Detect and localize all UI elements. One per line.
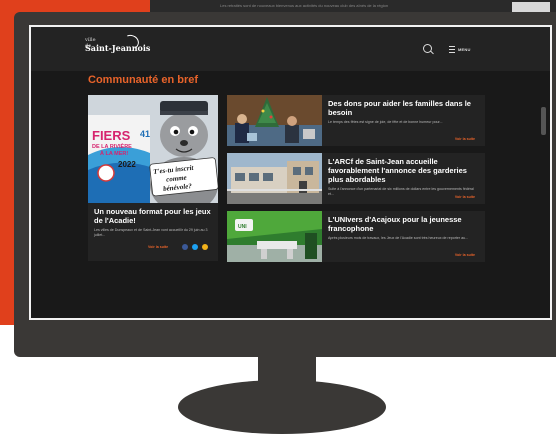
article-2-read-more-link[interactable]: Voir la suite [455, 195, 475, 199]
svg-text:UNI: UNI [238, 224, 247, 230]
donation-photo [227, 95, 322, 146]
featured-article-image[interactable]: FIERS DE LA RIVIÈRE À LA MER! 2022 41 T'… [88, 95, 218, 203]
poster-year: 2022 [118, 160, 136, 169]
article-3-description: Après plusieurs mois de travaux, les Jeu… [328, 236, 469, 240]
building-photo [227, 153, 322, 204]
univers-photo: UNI [227, 211, 322, 262]
email-icon[interactable] [202, 244, 208, 250]
menu-button[interactable]: MENU [449, 44, 471, 54]
featured-article-description: Les villes de Dunspeaux et de Saint-Jean… [94, 228, 208, 237]
search-icon[interactable] [423, 44, 432, 53]
featured-article-card[interactable]: FIERS DE LA RIVIÈRE À LA MER! 2022 41 T'… [88, 95, 218, 261]
article-card-1[interactable]: Des dons pour aider les familles dans le… [227, 95, 485, 146]
menu-label: MENU [458, 46, 471, 52]
article-3-title[interactable]: L'UNIvers d'Acajoux pour la jeunesse fra… [328, 215, 478, 233]
article-1-description: Le temps des fêtes est signe de joie, de… [328, 120, 443, 124]
featured-poster-illustration: FIERS DE LA RIVIÈRE À LA MER! 2022 41 T'… [88, 95, 218, 203]
hamburger-icon [449, 45, 455, 53]
section-title: Communauté en bref [88, 74, 199, 86]
monitor-screen: ville de Saint-Jeannois MENU Communauté … [29, 25, 552, 320]
article-2-title[interactable]: L'ARCf de Saint-Jean accueille favorable… [328, 157, 478, 184]
article-1-read-more-link[interactable]: Voir la suite [455, 137, 475, 141]
scrollbar-thumb[interactable] [541, 107, 546, 135]
article-3-image[interactable]: UNI [227, 211, 322, 262]
site-header: ville de Saint-Jeannois MENU [31, 27, 550, 71]
poster-line2: DE LA RIVIÈRE [92, 142, 132, 150]
featured-article-title[interactable]: Un nouveau format pour les jeux de l'Aca… [94, 207, 216, 225]
monitor-base [178, 380, 386, 434]
featured-read-more-link[interactable]: Voir la suite [148, 245, 168, 249]
article-1-title[interactable]: Des dons pour aider les familles dans le… [328, 99, 478, 117]
logo-name: Saint-Jeannois [85, 43, 151, 53]
article-card-2[interactable]: L'ARCf de Saint-Jean accueille favorable… [227, 153, 485, 204]
article-2-image[interactable] [227, 153, 322, 204]
twitter-icon[interactable] [192, 244, 198, 250]
poster-number: 41 [140, 129, 150, 139]
facebook-icon[interactable] [182, 244, 188, 250]
poster-line3: À LA MER! [100, 150, 128, 157]
background-thumbnail [512, 2, 550, 12]
article-3-read-more-link[interactable]: Voir la suite [455, 253, 475, 257]
poster-headline: FIERS [92, 128, 131, 143]
article-card-3[interactable]: UNI L'UNIvers d'Acajoux pour la jeunesse… [227, 211, 485, 262]
article-1-image[interactable] [227, 95, 322, 146]
background-strip-text: Les retraités sont de nouveaux bienvenus… [220, 3, 389, 8]
